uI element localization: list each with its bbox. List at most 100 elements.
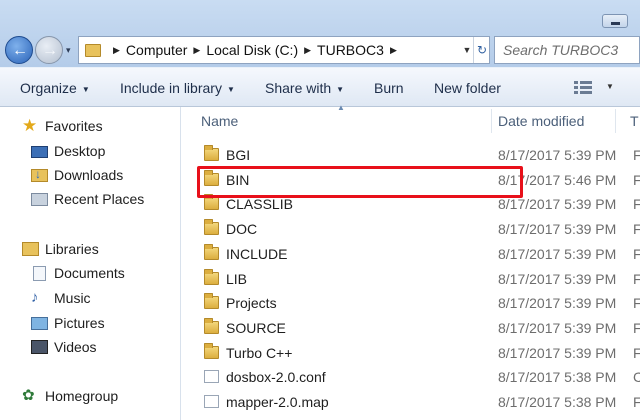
address-bar[interactable]: ▶ Computer ▶ Local Disk (C:) ▶ TURBOC3 ▶… [78,36,490,64]
nav-item-music[interactable]: ♪ Music [31,289,91,307]
file-name: SOURCE [226,319,286,336]
recent-locations-dropdown[interactable]: ▾ [66,45,71,56]
column-header-date-modified[interactable]: Date modified [492,107,615,135]
file-date-modified: 8/17/2017 5:38 PM [498,369,617,386]
new-folder-button[interactable]: New folder [434,80,501,96]
recent-places-icon [31,192,48,206]
title-bar: ← → ▾ ▶ Computer ▶ Local Disk (C:) ▶ TUR… [0,0,640,67]
videos-icon [31,340,48,354]
table-row[interactable]: Projects 8/17/2017 5:39 PM F [182,291,640,315]
file-date-modified: 8/17/2017 5:39 PM [498,319,617,336]
table-row[interactable]: BGI 8/17/2017 5:39 PM F [182,143,640,167]
documents-icon [33,265,46,281]
nav-item-pictures[interactable]: Pictures [31,315,105,331]
file-date-modified: 8/17/2017 5:39 PM [498,196,617,213]
file-icon [204,395,219,408]
folder-icon [204,317,219,334]
file-name: dosbox-2.0.conf [226,369,326,386]
breadcrumb-chevron-icon[interactable]: ▶ [193,45,200,56]
column-divider[interactable] [615,109,616,133]
file-name: BGI [226,147,251,163]
file-type: F [633,344,640,361]
include-in-library-label: Include in library [120,80,222,96]
breadcrumb-chevron-icon[interactable]: ▶ [113,45,120,56]
file-name: mapper-2.0.map [226,394,329,410]
nav-item-videos[interactable]: Videos [31,339,97,355]
nav-libraries[interactable]: Libraries [22,241,99,257]
file-name: LIB [226,270,248,287]
breadcrumb-local-disk[interactable]: Local Disk (C:) [206,42,298,58]
back-button[interactable]: ← [5,36,33,64]
folder-icon [204,293,219,310]
file-name: CLASSLIB [226,196,293,213]
file-type: F [633,171,640,188]
table-row[interactable]: SOURCE 8/17/2017 5:39 PM F [182,316,640,340]
desktop-icon [31,146,48,158]
minimize-button[interactable] [602,14,628,28]
nav-item-documents[interactable]: Documents [31,265,125,281]
nav-item-recent-places[interactable]: Recent Places [31,191,144,207]
column-header-name[interactable]: Name [195,107,491,135]
search-input[interactable] [495,37,635,63]
burn-button[interactable]: Burn [374,80,404,96]
file-date-modified: 8/17/2017 5:39 PM [498,295,617,312]
refresh-icon[interactable]: ↻ [473,37,490,63]
include-in-library-button[interactable]: Include in library ▼ [120,80,235,96]
share-with-button[interactable]: Share with ▼ [265,80,344,96]
file-date-modified: 8/17/2017 5:39 PM [498,344,617,361]
caret-down-icon: ▼ [81,84,90,94]
address-dropdown-icon[interactable]: ▼ [460,37,474,63]
nav-item-downloads[interactable]: Downloads [31,167,123,183]
change-view-icon[interactable] [574,81,592,95]
forward-arrow-icon: → [42,42,58,59]
nav-favorites-label: Favorites [45,118,103,134]
view-options-dropdown-icon[interactable]: ▼ [606,82,614,91]
breadcrumb-turboc3[interactable]: TURBOC3 [317,42,384,58]
minimize-icon [611,22,620,25]
nav-homegroup[interactable]: ✿ Homegroup [22,388,119,405]
file-type: F [633,270,640,287]
breadcrumb-computer[interactable]: Computer [126,42,187,58]
nav-favorites[interactable]: ★ Favorites [22,116,103,135]
libraries-icon [22,242,39,256]
file-type: F [633,295,640,312]
file-date-modified: 8/17/2017 5:39 PM [498,147,617,163]
file-name: DOC [226,221,258,238]
table-row[interactable]: dosbox-2.0.conf 8/17/2017 5:38 PM C [182,365,640,389]
file-icon [204,370,219,384]
folder-icon [204,342,219,359]
table-row[interactable]: INCLUDE 8/17/2017 5:39 PM F [182,242,640,266]
organize-label: Organize [20,80,77,96]
breadcrumb-chevron-icon[interactable]: ▶ [304,45,311,56]
file-date-modified: 8/17/2017 5:39 PM [498,245,617,262]
star-icon: ★ [22,116,38,135]
search-box[interactable] [494,36,640,64]
table-row[interactable]: LIB 8/17/2017 5:39 PM F [182,267,640,291]
nav-item-label: Documents [54,265,125,281]
nav-item-desktop[interactable]: Desktop [31,143,105,159]
nav-item-label: Downloads [54,167,124,183]
breadcrumb-chevron-icon[interactable]: ▶ [390,45,397,56]
folder-icon [204,243,219,260]
nav-libraries-label: Libraries [45,241,99,257]
table-row[interactable]: Turbo C++ 8/17/2017 5:39 PM F [182,341,640,365]
file-name: Turbo C++ [226,344,293,361]
command-bar: Organize ▼ Include in library ▼ Share with… [0,67,640,107]
file-type: F [633,147,640,163]
navigation-pane: ★ Favorites Desktop Downloads Recent Pla… [0,107,181,420]
file-name: INCLUDE [226,245,288,262]
table-row[interactable]: DOC 8/17/2017 5:39 PM F [182,217,640,241]
forward-button[interactable]: → [35,36,63,64]
caret-down-icon: ▼ [226,84,235,94]
folder-icon [204,145,219,161]
nav-homegroup-label: Homegroup [45,388,119,404]
table-row[interactable]: mapper-2.0.map 8/17/2017 5:38 PM F [182,390,640,414]
organize-button[interactable]: Organize ▼ [20,80,90,96]
music-icon: ♪ [31,289,39,306]
file-list: ▲ Name Date modified T BGI 8/17/2017 5:39… [182,103,640,420]
file-type: F [633,394,640,410]
file-type: F [633,319,640,336]
folder-icon [204,268,219,285]
file-date-modified: 8/17/2017 5:39 PM [498,270,617,287]
column-header-type[interactable]: T [624,107,640,135]
